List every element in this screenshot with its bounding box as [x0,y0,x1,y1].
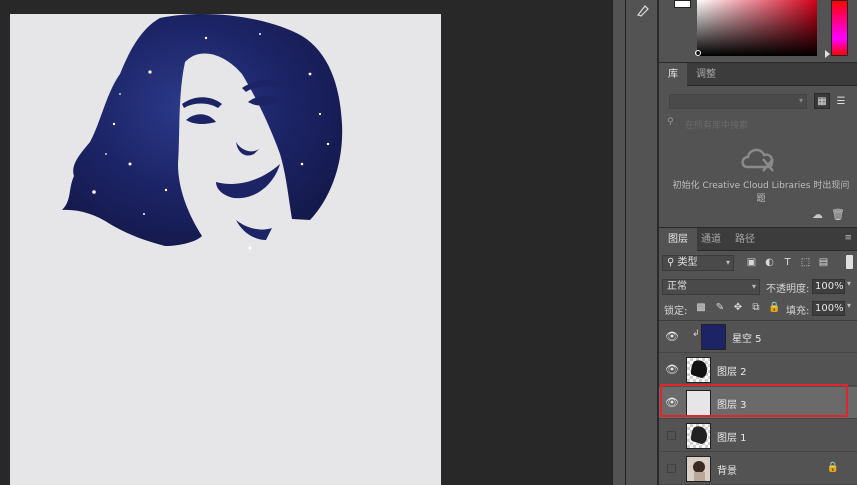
photoshop-window: 库 调整 ▾ ▦ ☰ ⚲ 在所有库中搜索 初始化 Creative Cloud … [0,0,857,485]
layer-thumbnail [686,357,711,383]
search-icon: ⚲ [667,257,678,268]
lock-icon[interactable]: 🔒 [827,462,839,473]
tab-libraries[interactable]: 库 [659,63,687,86]
hue-slider[interactable] [831,0,848,56]
layer-name: 图层 1 [717,433,747,444]
layers-tabbar: 图层 通道 路径 ≡ [659,227,857,251]
mouth-shape [216,164,280,199]
lock-pixels-icon[interactable]: ✎ [714,302,726,314]
fill-input[interactable]: 100% [812,301,845,316]
brush-preset-icon[interactable] [632,0,654,20]
opacity-label: 不透明度: [766,284,810,295]
filter-type-icon[interactable]: T [781,256,794,269]
layer-row-starfield[interactable]: 👁 ↲ 星空 5 [659,321,857,353]
cloud-sync-icon[interactable]: ☁ [812,208,823,221]
layer-row-layer-2[interactable]: 👁 图层 2 [659,354,857,386]
library-search-input[interactable]: ⚲ 在所有库中搜索 [665,116,851,132]
canvas-workspace [0,0,612,485]
opacity-input[interactable]: 100% [812,279,845,294]
tab-channels[interactable]: 通道 [692,228,730,251]
panel-dock [626,0,658,485]
grid-view-icon[interactable]: ▦ [814,93,830,109]
chevron-down-icon[interactable]: ▾ [847,301,851,310]
layer-name: 图层 2 [717,367,747,378]
hue-slider-handle[interactable] [825,50,830,58]
clipping-arrow-icon: ↲ [692,329,700,339]
right-panel: 库 调整 ▾ ▦ ☰ ⚲ 在所有库中搜索 初始化 Creative Cloud … [659,0,857,485]
layer-name: 背景 [717,466,737,477]
lock-all-icon[interactable]: 🔒 [768,302,780,314]
filter-shape-icon[interactable]: ⬚ [799,256,812,269]
jaw-shadow-shape [236,220,272,240]
layer-thumbnail [686,423,711,449]
cloud-error-icon [741,148,774,172]
filter-pixel-icon[interactable]: ▣ [745,256,758,269]
layer-name: 图层 3 [717,400,747,411]
color-picker-cursor[interactable] [695,50,701,56]
layer-row-layer-1[interactable]: 图层 1 [659,420,857,452]
trash-icon[interactable]: 🗑 [831,208,845,221]
eye-icon[interactable]: 👁 [665,330,679,344]
foreground-swatch[interactable] [674,0,691,8]
eye-icon[interactable]: 👁 [665,396,679,410]
panel-menu-icon[interactable]: ≡ [844,233,851,243]
layer-row-layer-3[interactable]: 👁 图层 3 [659,387,857,419]
document-canvas[interactable] [10,14,441,485]
chevron-down-icon: ▾ [798,96,803,105]
fill-label: 填充: [786,306,810,317]
filter-smart-object-icon[interactable]: ▤ [817,256,830,269]
color-field[interactable] [697,0,817,56]
layer-filter-select[interactable]: ⚲ 类型 ▾ [662,255,734,271]
portrait-silhouette-artwork [62,14,343,250]
visibility-toggle-off[interactable] [667,464,676,473]
blend-mode-value: 正常 [667,281,687,292]
libraries-error-message: 初始化 Creative Cloud Libraries 时出现问题 [672,181,850,204]
layer-name: 星空 5 [732,334,762,345]
layer-filter-value: 类型 [677,257,698,268]
search-icon: ⚲ [667,117,674,127]
filter-toggle-switch[interactable] [846,255,853,269]
library-select[interactable]: ▾ [669,94,807,109]
chevron-down-icon: ▾ [751,282,756,291]
left-eye-shape [186,114,216,124]
eye-icon[interactable]: 👁 [665,363,679,377]
lock-position-icon[interactable]: ✥ [732,302,744,314]
layer-thumbnail [686,390,711,416]
visibility-toggle-off[interactable] [667,431,676,440]
nose-shape [236,142,260,156]
tab-paths[interactable]: 路径 [726,228,764,251]
hair-shape [62,14,343,247]
tab-adjustments[interactable]: 调整 [687,63,725,86]
lock-transparent-icon[interactable]: ▩ [695,302,707,314]
blend-mode-select[interactable]: 正常 ▾ [662,279,760,295]
lock-label: 锁定: [664,306,688,317]
libraries-tabbar: 库 调整 [659,62,857,86]
chevron-down-icon[interactable]: ▾ [847,279,851,288]
color-picker-panel [659,0,857,60]
layers-list: 👁 ↲ 星空 5 👁 图层 2 👁 图层 3 图层 1 背景 🔒 [659,320,857,485]
lock-artboard-icon[interactable]: ⧉ [750,302,762,314]
chevron-down-icon: ▾ [725,258,730,267]
filter-adjustment-icon[interactable]: ◐ [763,256,776,269]
library-search-placeholder: 在所有库中搜索 [685,121,749,131]
list-view-icon[interactable]: ☰ [833,93,849,109]
layer-row-background[interactable]: 背景 🔒 [659,453,857,485]
left-brow-shape [182,97,222,108]
panel-divider[interactable] [612,0,626,485]
layer-thumbnail [701,324,726,350]
layer-thumbnail [686,456,711,482]
